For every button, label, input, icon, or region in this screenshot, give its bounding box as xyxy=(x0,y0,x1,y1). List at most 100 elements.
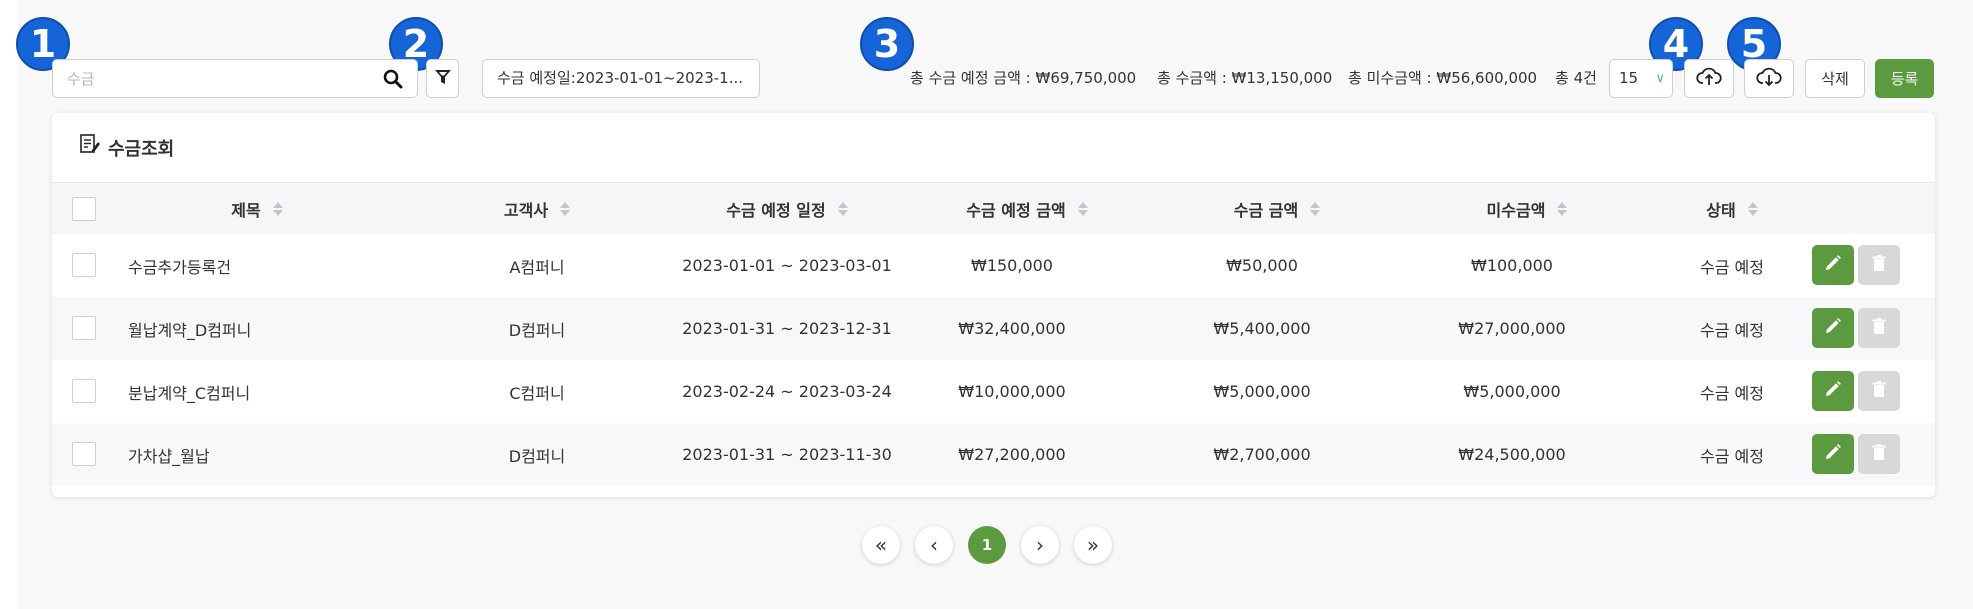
row-checkbox[interactable] xyxy=(72,442,96,466)
sort-icon xyxy=(1747,201,1758,217)
trash-icon xyxy=(1871,254,1887,276)
column-header-status[interactable]: 상태 xyxy=(1632,183,1832,234)
trash-icon xyxy=(1871,443,1887,465)
download-button[interactable] xyxy=(1744,59,1794,98)
column-header-schedule[interactable]: 수금 예정 일정 xyxy=(662,183,912,234)
outstanding-total-summary: 총 미수금액 : ₩56,600,000 xyxy=(1348,69,1538,87)
prev-page-button[interactable]: ‹ xyxy=(915,526,953,564)
page-size-value: 15 xyxy=(1619,69,1639,87)
column-header-outstanding[interactable]: 미수금액 xyxy=(1412,183,1642,234)
table-header: 제목 고객사 수금 예정 일정 수금 예정 금액 수금 금액 미수금액 상태 xyxy=(52,182,1935,234)
search-box xyxy=(52,59,418,98)
card-title: 수금조회 xyxy=(79,133,174,167)
sort-icon xyxy=(560,201,571,217)
expected-total-summary: 총 수금 예정 금액 : ₩69,750,000 xyxy=(910,69,1137,87)
row-title: 수금추가등록건 xyxy=(128,257,232,277)
column-header-label: 수금 금액 xyxy=(1233,200,1299,220)
row-status: 수금 예정 xyxy=(1700,320,1764,340)
cloud-download-icon xyxy=(1756,67,1782,91)
chevron-down-icon: ∨ xyxy=(1655,71,1665,86)
row-customer: C컴퍼니 xyxy=(509,383,565,403)
row-checkbox[interactable] xyxy=(72,316,96,340)
sort-icon xyxy=(1310,201,1321,217)
page-size-select[interactable]: 15 ∨ xyxy=(1609,59,1673,98)
row-delete-button[interactable] xyxy=(1858,434,1900,474)
select-all-checkbox[interactable] xyxy=(72,197,96,221)
column-header-customer[interactable]: 고객사 xyxy=(442,183,632,234)
column-header-label: 수금 예정 일정 xyxy=(726,200,826,220)
date-filter-chip[interactable]: 수금 예정일:2023-01-01~2023-1... xyxy=(482,59,760,98)
filter-button[interactable] xyxy=(426,59,459,98)
table-row[interactable]: 분납계약_C컴퍼니 C컴퍼니 2023-02-24 ~ 2023-03-24 ₩… xyxy=(52,360,1935,423)
row-delete-button[interactable] xyxy=(1858,371,1900,411)
table-row[interactable]: 수금추가등록건 A컴퍼니 2023-01-01 ~ 2023-03-01 ₩15… xyxy=(52,234,1935,297)
column-header-expected[interactable]: 수금 예정 금액 xyxy=(912,183,1142,234)
collected-total-summary: 총 수금액 : ₩13,150,000 xyxy=(1157,69,1333,87)
row-schedule: 2023-01-01 ~ 2023-03-01 xyxy=(682,256,892,275)
column-header-label: 상태 xyxy=(1706,200,1736,220)
edit-button[interactable] xyxy=(1812,371,1854,411)
pencil-icon xyxy=(1824,443,1842,465)
column-header-label: 수금 예정 금액 xyxy=(966,200,1066,220)
column-header-label: 제목 xyxy=(231,200,261,220)
trash-icon xyxy=(1871,380,1887,402)
filter-icon xyxy=(434,68,452,90)
row-collected-amount: ₩5,400,000 xyxy=(1213,319,1311,338)
table-row[interactable]: 월납계약_D컴퍼니 D컴퍼니 2023-01-31 ~ 2023-12-31 ₩… xyxy=(52,297,1935,360)
pencil-icon xyxy=(1824,254,1842,276)
row-expected-amount: ₩150,000 xyxy=(971,256,1053,275)
row-checkbox[interactable] xyxy=(72,379,96,403)
card-title-text: 수금조회 xyxy=(108,139,175,160)
column-header-label: 미수금액 xyxy=(1486,200,1546,220)
row-delete-button[interactable] xyxy=(1858,245,1900,285)
pencil-icon xyxy=(1824,317,1842,339)
next-page-button[interactable]: › xyxy=(1021,526,1059,564)
sort-icon xyxy=(272,201,283,217)
edit-button[interactable] xyxy=(1812,434,1854,474)
column-header-title[interactable]: 제목 xyxy=(162,183,352,234)
row-status: 수금 예정 xyxy=(1700,257,1764,277)
row-outstanding-amount: ₩24,500,000 xyxy=(1458,445,1566,464)
table-row[interactable]: 가차샵_월납 D컴퍼니 2023-01-31 ~ 2023-11-30 ₩27,… xyxy=(52,423,1935,486)
row-collected-amount: ₩2,700,000 xyxy=(1213,445,1311,464)
row-checkbox[interactable] xyxy=(72,253,96,277)
upload-button[interactable] xyxy=(1684,59,1734,98)
cloud-upload-icon xyxy=(1696,67,1722,91)
row-expected-amount: ₩32,400,000 xyxy=(958,319,1066,338)
row-title: 가차샵_월납 xyxy=(128,446,210,466)
collection-card: 수금조회 제목 고객사 수금 예정 일정 수금 예정 금액 수금 금액 미수금액… xyxy=(52,113,1935,497)
column-header-label: 고객사 xyxy=(503,200,549,220)
row-expected-amount: ₩27,200,000 xyxy=(958,445,1066,464)
column-header-collected[interactable]: 수금 금액 xyxy=(1162,183,1392,234)
register-button[interactable]: 등록 xyxy=(1875,59,1934,98)
row-outstanding-amount: ₩5,000,000 xyxy=(1463,382,1561,401)
sort-icon xyxy=(1557,201,1568,217)
annotation-marker-3: 3 xyxy=(860,17,914,71)
search-icon[interactable] xyxy=(383,69,403,89)
first-page-button[interactable]: « xyxy=(862,526,900,564)
row-collected-amount: ₩50,000 xyxy=(1226,256,1298,275)
row-customer: D컴퍼니 xyxy=(508,320,566,340)
row-schedule: 2023-01-31 ~ 2023-11-30 xyxy=(682,445,892,464)
row-customer: D컴퍼니 xyxy=(508,446,566,466)
edit-button[interactable] xyxy=(1812,308,1854,348)
last-page-button[interactable]: » xyxy=(1074,526,1112,564)
row-schedule: 2023-02-24 ~ 2023-03-24 xyxy=(682,382,892,401)
trash-icon xyxy=(1871,317,1887,339)
row-outstanding-amount: ₩27,000,000 xyxy=(1458,319,1566,338)
row-schedule: 2023-01-31 ~ 2023-12-31 xyxy=(682,319,892,338)
search-input[interactable] xyxy=(67,68,367,90)
row-title: 월납계약_D컴퍼니 xyxy=(128,320,252,340)
page-button-current[interactable]: 1 xyxy=(968,526,1006,564)
row-status: 수금 예정 xyxy=(1700,446,1764,466)
pencil-icon xyxy=(1824,380,1842,402)
row-collected-amount: ₩5,000,000 xyxy=(1213,382,1311,401)
document-edit-icon xyxy=(79,133,108,167)
sort-icon xyxy=(1077,201,1088,217)
row-title: 분납계약_C컴퍼니 xyxy=(128,383,251,403)
delete-button[interactable]: 삭제 xyxy=(1805,59,1865,98)
row-status: 수금 예정 xyxy=(1700,383,1764,403)
row-delete-button[interactable] xyxy=(1858,308,1900,348)
row-customer: A컴퍼니 xyxy=(509,257,565,277)
edit-button[interactable] xyxy=(1812,245,1854,285)
